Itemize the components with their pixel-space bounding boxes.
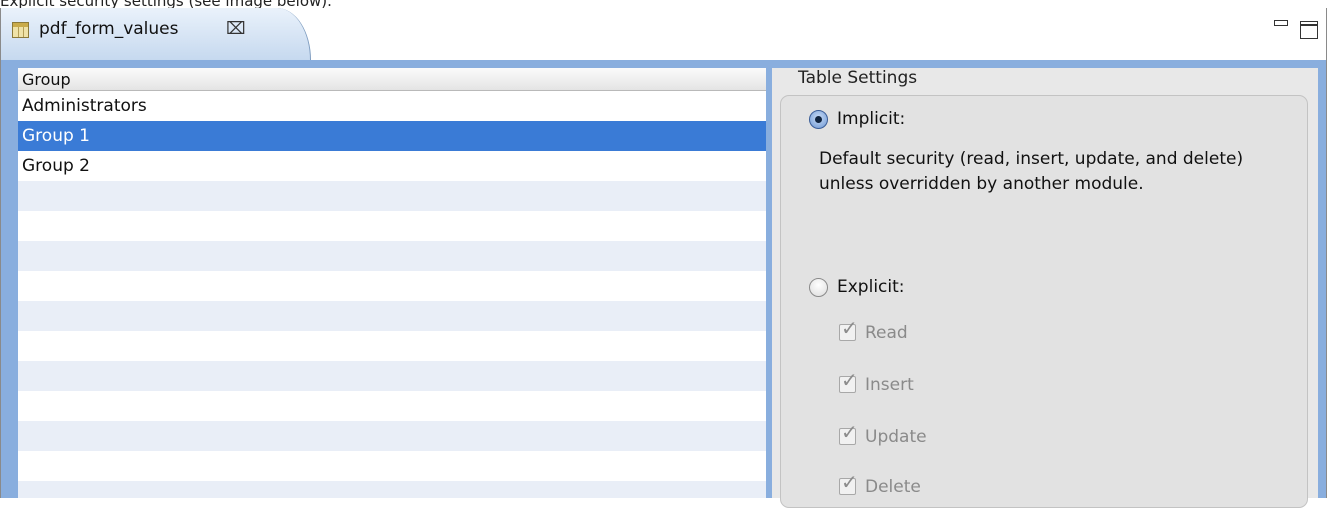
table-icon xyxy=(12,22,29,38)
empty-table-row[interactable] xyxy=(18,451,766,481)
permission-checkbox[interactable]: ✓ xyxy=(839,470,858,495)
group-rows: Administrators Group 1 Group 2 xyxy=(18,91,766,498)
empty-table-row[interactable] xyxy=(18,181,766,211)
check-icon: ✓ xyxy=(841,316,858,340)
editor-window: pdf_form_values ⌧ Group Administrators Gr… xyxy=(0,8,1327,508)
editor-content: Group Administrators Group 1 Group 2 Table… xyxy=(1,60,1326,508)
table-settings-panel: Table Settings Implicit: Default securit… xyxy=(772,68,1318,508)
settings-group-box: Implicit: Default security (read, insert… xyxy=(780,95,1308,508)
implicit-label[interactable]: Implicit: xyxy=(837,108,905,130)
empty-table-row[interactable] xyxy=(18,391,766,421)
permission-label: Read xyxy=(865,323,908,343)
empty-table-row[interactable] xyxy=(18,301,766,331)
permission-label: Delete xyxy=(865,477,921,497)
column-header-group[interactable]: Group xyxy=(18,68,766,91)
permission-checkbox[interactable]: ✓ xyxy=(839,368,858,393)
table-row[interactable]: Administrators xyxy=(18,91,766,121)
explicit-label[interactable]: Explicit: xyxy=(837,276,905,298)
empty-table-row[interactable] xyxy=(18,241,766,271)
empty-table-row[interactable] xyxy=(18,331,766,361)
empty-table-row[interactable] xyxy=(18,361,766,391)
implicit-radio[interactable] xyxy=(809,110,828,129)
explicit-radio[interactable] xyxy=(809,278,828,297)
minimize-icon[interactable] xyxy=(1274,20,1288,26)
tab-bar: pdf_form_values ⌧ xyxy=(1,8,1326,60)
permission-label: Update xyxy=(865,427,927,447)
empty-table-row[interactable] xyxy=(18,271,766,301)
tab-pdf-form-values[interactable]: pdf_form_values ⌧ xyxy=(1,8,311,60)
table-row[interactable]: Group 1 xyxy=(18,121,766,151)
page-caption: Explicit security settings (see image be… xyxy=(0,0,332,10)
close-icon[interactable]: ⌧ xyxy=(226,17,246,41)
empty-table-row[interactable] xyxy=(18,481,766,498)
tab-title: pdf_form_values xyxy=(39,19,179,39)
empty-table-row[interactable] xyxy=(18,421,766,451)
check-icon: ✓ xyxy=(841,470,858,494)
permission-label: Insert xyxy=(865,375,914,395)
implicit-description: Default security (read, insert, update, … xyxy=(819,149,1244,194)
check-icon: ✓ xyxy=(841,368,858,392)
empty-table-row[interactable] xyxy=(18,211,766,241)
table-row[interactable]: Group 2 xyxy=(18,151,766,181)
check-icon: ✓ xyxy=(841,420,858,444)
permission-checkbox[interactable]: ✓ xyxy=(839,420,858,445)
maximize-icon[interactable] xyxy=(1300,21,1318,39)
settings-title: Table Settings xyxy=(798,68,918,88)
group-table: Group Administrators Group 1 Group 2 xyxy=(18,68,766,498)
permission-checkbox[interactable]: ✓ xyxy=(839,316,858,341)
